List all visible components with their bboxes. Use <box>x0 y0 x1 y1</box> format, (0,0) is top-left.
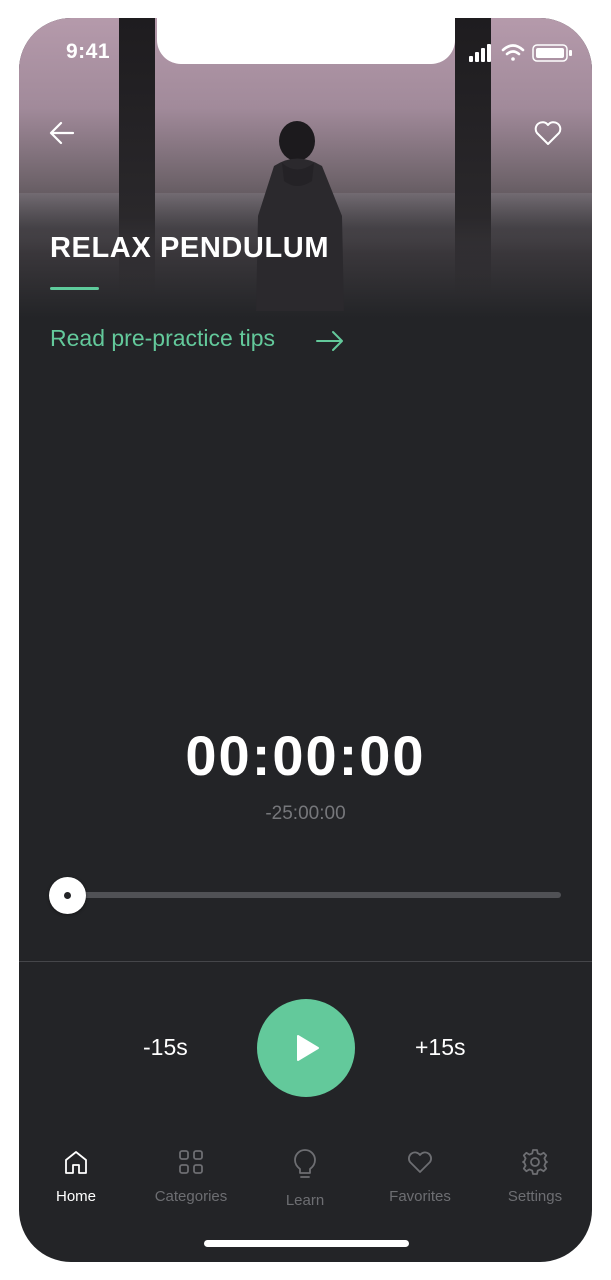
cellular-signal-icon <box>469 44 491 62</box>
play-icon <box>297 1035 319 1061</box>
wifi-icon <box>501 44 525 61</box>
elapsed-timer: 00:00:00 <box>185 724 426 787</box>
tab-favorites-label: Favorites <box>389 1188 451 1205</box>
lightbulb-icon <box>294 1149 316 1178</box>
pre-practice-tips-link[interactable]: Read pre-practice tips <box>50 325 275 352</box>
tab-learn[interactable]: Learn <box>250 1148 360 1209</box>
grid-icon <box>179 1150 203 1174</box>
home-indicator <box>204 1240 409 1247</box>
tab-home[interactable]: Home <box>21 1148 131 1205</box>
favorite-heart-icon[interactable] <box>533 118 563 148</box>
progress-knob[interactable] <box>49 877 86 914</box>
tab-settings-label: Settings <box>507 1188 563 1205</box>
back-arrow-icon[interactable] <box>47 118 77 148</box>
battery-icon <box>532 44 572 62</box>
tab-home-label: Home <box>55 1188 96 1205</box>
title-underline <box>50 287 99 290</box>
tab-favorites[interactable]: Favorites <box>365 1148 475 1205</box>
arrow-right-icon[interactable] <box>315 329 345 353</box>
phone-screen: 9:41 RELAX PENDULUM Read pre-practice ti… <box>19 18 592 1262</box>
bottom-tab-bar: Home Categories Learn Favorites Settings <box>19 1148 592 1209</box>
progress-track[interactable] <box>68 892 561 898</box>
status-time: 9:41 <box>66 40 111 63</box>
home-icon <box>65 1151 87 1174</box>
device-notch <box>157 18 455 64</box>
skip-back-button[interactable]: -15s <box>143 1034 188 1061</box>
play-button[interactable] <box>257 999 355 1097</box>
divider <box>19 961 592 962</box>
person-silhouette <box>256 121 344 311</box>
gear-icon <box>522 1149 548 1175</box>
heart-icon <box>408 1151 432 1173</box>
remaining-time: -25:00:00 <box>265 803 346 824</box>
status-icons <box>469 44 572 62</box>
skip-forward-button[interactable]: +15s <box>415 1034 466 1061</box>
page-title: RELAX PENDULUM <box>50 232 330 264</box>
tab-categories[interactable]: Categories <box>136 1148 246 1205</box>
tab-settings[interactable]: Settings <box>480 1148 590 1205</box>
tab-learn-label: Learn <box>285 1192 325 1209</box>
tab-categories-label: Categories <box>154 1188 228 1205</box>
